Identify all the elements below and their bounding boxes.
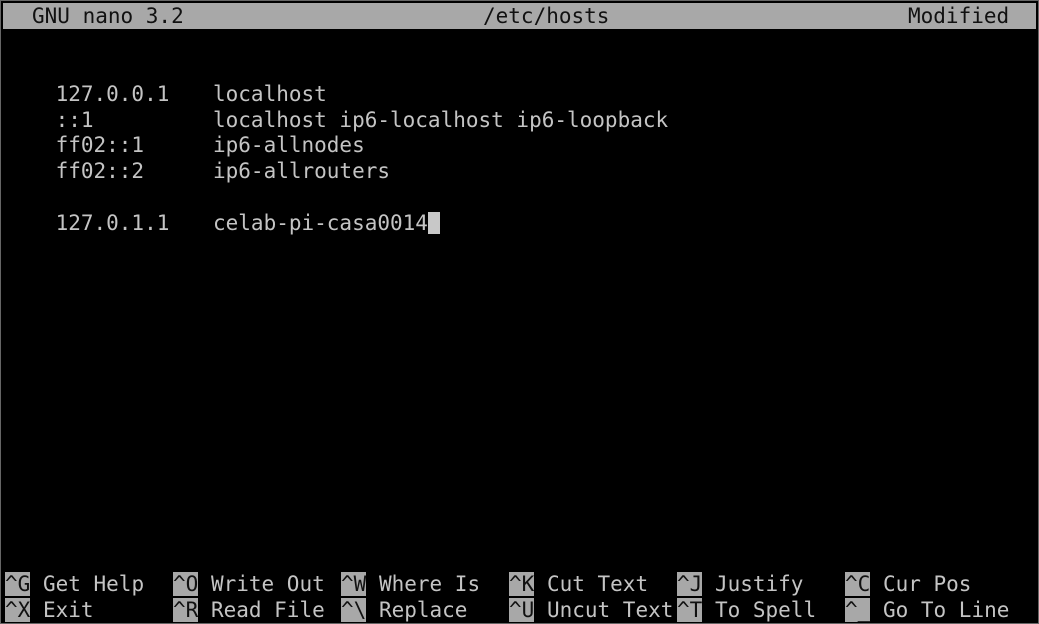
shortcut-key: ^\ [341, 598, 367, 622]
shortcut-label: Exit [42, 598, 94, 622]
modified-status: Modified [908, 4, 1010, 28]
shortcut-key: ^J [677, 572, 703, 596]
shortcut-label: Justify [714, 572, 804, 596]
hostname: celab-pi-casa0014 [213, 211, 428, 235]
hostname: localhost [213, 82, 327, 106]
hostname: ip6-allnodes [213, 133, 365, 157]
shortcut-read-file[interactable]: ^R Read File [173, 597, 325, 623]
hostname: localhost ip6-localhost ip6-loopback [213, 108, 669, 132]
shortcut-key: ^T [677, 598, 703, 622]
shortcut-write-out[interactable]: ^O Write Out [173, 571, 325, 597]
shortcut-exit[interactable]: ^X Exit [5, 597, 94, 623]
shortcut-label: Get Help [42, 572, 145, 596]
shortcut-key: ^O [173, 572, 199, 596]
shortcut-label: Cur Pos [882, 572, 972, 596]
shortcut-key: ^W [341, 572, 367, 596]
shortcut-key: ^_ [845, 598, 871, 622]
app-version: GNU nano 3.2 [32, 4, 184, 28]
file-name: /etc/hosts [483, 4, 610, 28]
ip-address: ff02::2 [55, 159, 145, 183]
hostname: ip6-allrouters [213, 159, 391, 183]
shortcut-get-help[interactable]: ^G Get Help [5, 571, 144, 597]
shortcut-go-to-line[interactable]: ^_ Go To Line [845, 597, 1009, 623]
file-line[interactable]: 127.0.0.1 localhost [5, 55, 327, 106]
ip-address: 127.0.1.1 [55, 211, 170, 235]
text-cursor [427, 212, 440, 234]
shortcut-cut-text[interactable]: ^K Cut Text [509, 571, 648, 597]
shortcut-uncut-text[interactable]: ^U Uncut Text [509, 597, 673, 623]
shortcut-key: ^K [509, 572, 535, 596]
shortcut-where-is[interactable]: ^W Where Is [341, 571, 480, 597]
shortcut-key: ^X [5, 598, 31, 622]
shortcut-key: ^R [173, 598, 199, 622]
file-line[interactable]: ff02::2 ip6-allrouters [5, 132, 390, 183]
shortcut-label: Where Is [378, 572, 481, 596]
shortcut-label: To Spell [714, 598, 817, 622]
shortcut-justify[interactable]: ^J Justify [677, 571, 803, 597]
shortcut-to-spell[interactable]: ^T To Spell [677, 597, 816, 623]
file-line[interactable]: ff02::1 ip6-allnodes [5, 106, 365, 157]
shortcut-label: Read File [210, 598, 325, 622]
file-line[interactable]: 127.0.1.1 celab-pi-casa0014 [5, 184, 440, 235]
shortcut-label: Go To Line [882, 598, 1010, 622]
shortcut-label: Replace [378, 598, 468, 622]
shortcut-replace[interactable]: ^\ Replace [341, 597, 467, 623]
shortcut-key: ^G [5, 572, 31, 596]
shortcut-key: ^U [509, 598, 535, 622]
nano-title-bar: GNU nano 3.2 /etc/hosts Modified [3, 3, 1036, 29]
shortcut-label: Write Out [210, 572, 325, 596]
shortcut-cur-pos[interactable]: ^C Cur Pos [845, 571, 971, 597]
file-line[interactable]: ::1 localhost ip6-localhost ip6-loopback [5, 81, 669, 132]
shortcut-label: Cut Text [546, 572, 649, 596]
shortcut-label: Uncut Text [546, 598, 674, 622]
shortcut-key: ^C [845, 572, 871, 596]
